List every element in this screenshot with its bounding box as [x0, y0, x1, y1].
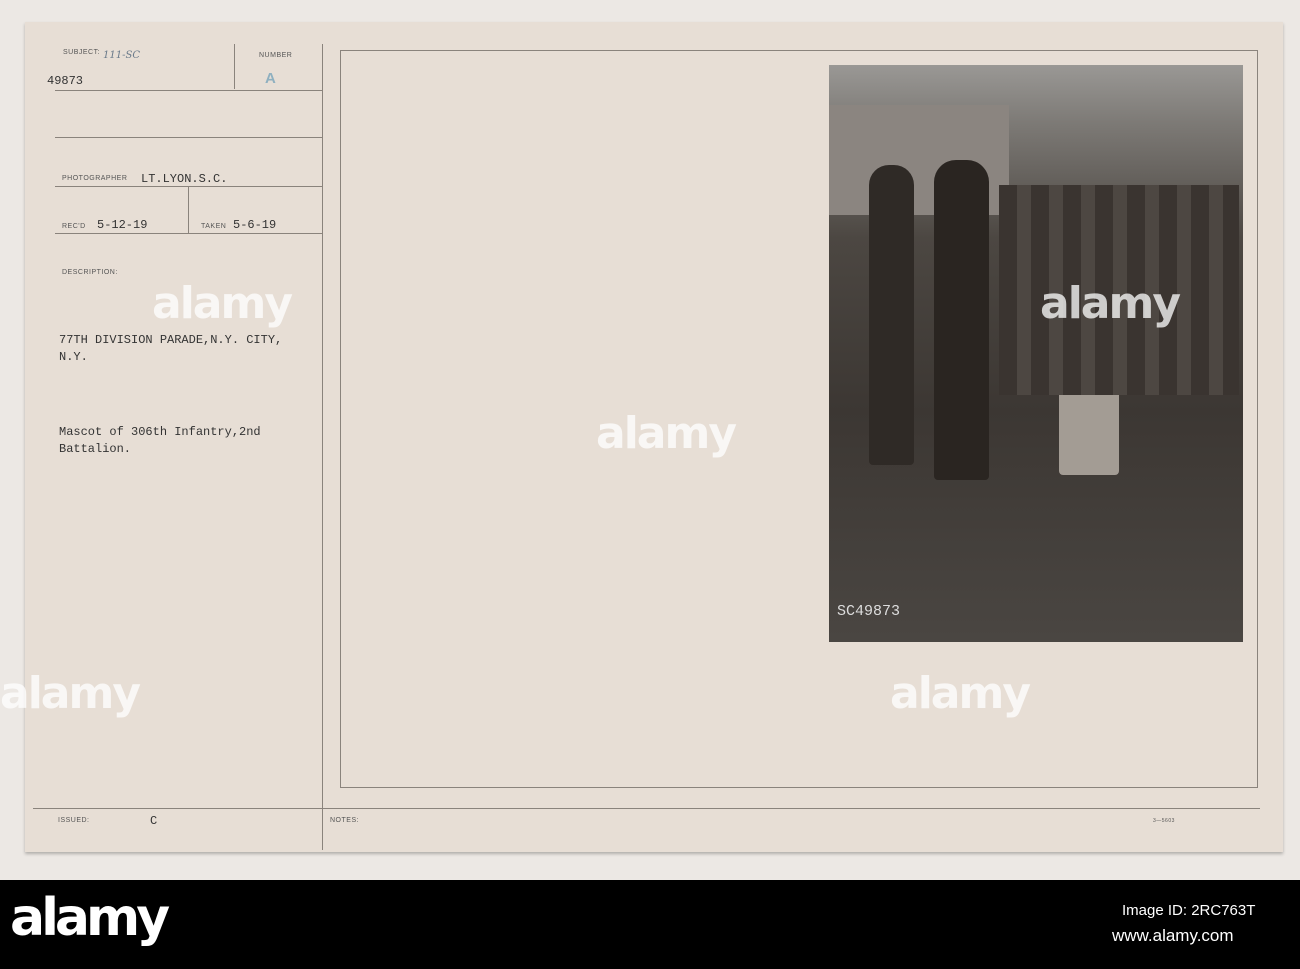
taken-date: 5-6-19: [233, 218, 277, 232]
watermark: alamy: [890, 668, 1031, 719]
parade-photograph: SC49873: [829, 65, 1243, 642]
watermark: alamy: [152, 278, 293, 329]
number-stamp: A: [265, 70, 276, 87]
column-divider: [322, 44, 323, 850]
subject-label: SUBJECT:: [63, 49, 101, 56]
issued-label: ISSUED:: [58, 817, 90, 824]
watermark: alamy: [596, 408, 737, 459]
soldier: [869, 165, 914, 465]
caption-line-1: Mascot of 306th Infantry,2nd: [59, 425, 261, 439]
description-label: DESCRIPTION:: [62, 269, 118, 276]
recd-label: REC'D: [62, 223, 86, 230]
photographer-name: LT.LYON.S.C.: [141, 172, 228, 186]
caption-line-2: Battalion.: [59, 442, 132, 456]
footer-bar: alamy Image ID: 2RC763T www.alamy.com: [0, 880, 1300, 969]
soldier: [934, 160, 989, 480]
number-label: NUMBER: [259, 52, 293, 59]
subject-code: 111-SC: [103, 50, 140, 61]
notes-label: NOTES:: [330, 817, 360, 824]
divider: [55, 90, 322, 91]
photographer-label: PHOTOGRAPHER: [62, 175, 128, 182]
photo-number: SC49873: [837, 603, 901, 620]
description-line-2: N.Y.: [59, 350, 88, 364]
divider: [234, 44, 235, 89]
issued-value: C: [150, 814, 158, 828]
recd-date: 5-12-19: [97, 218, 148, 232]
subject-number: 49873: [47, 74, 84, 88]
alamy-logo: alamy: [10, 888, 170, 948]
image-id: Image ID: 2RC763T: [1122, 902, 1256, 919]
divider: [55, 137, 322, 138]
description-line-1: 77TH DIVISION PARADE,N.Y. CITY,: [59, 333, 283, 347]
divider: [188, 186, 189, 233]
alamy-url[interactable]: www.alamy.com: [1112, 926, 1234, 946]
form-number: 3—5603: [1153, 818, 1175, 824]
taken-label: TAKEN: [201, 223, 227, 230]
watermark: alamy: [1040, 278, 1181, 329]
watermark: alamy: [0, 668, 141, 719]
divider: [55, 233, 322, 234]
divider: [33, 808, 1260, 809]
